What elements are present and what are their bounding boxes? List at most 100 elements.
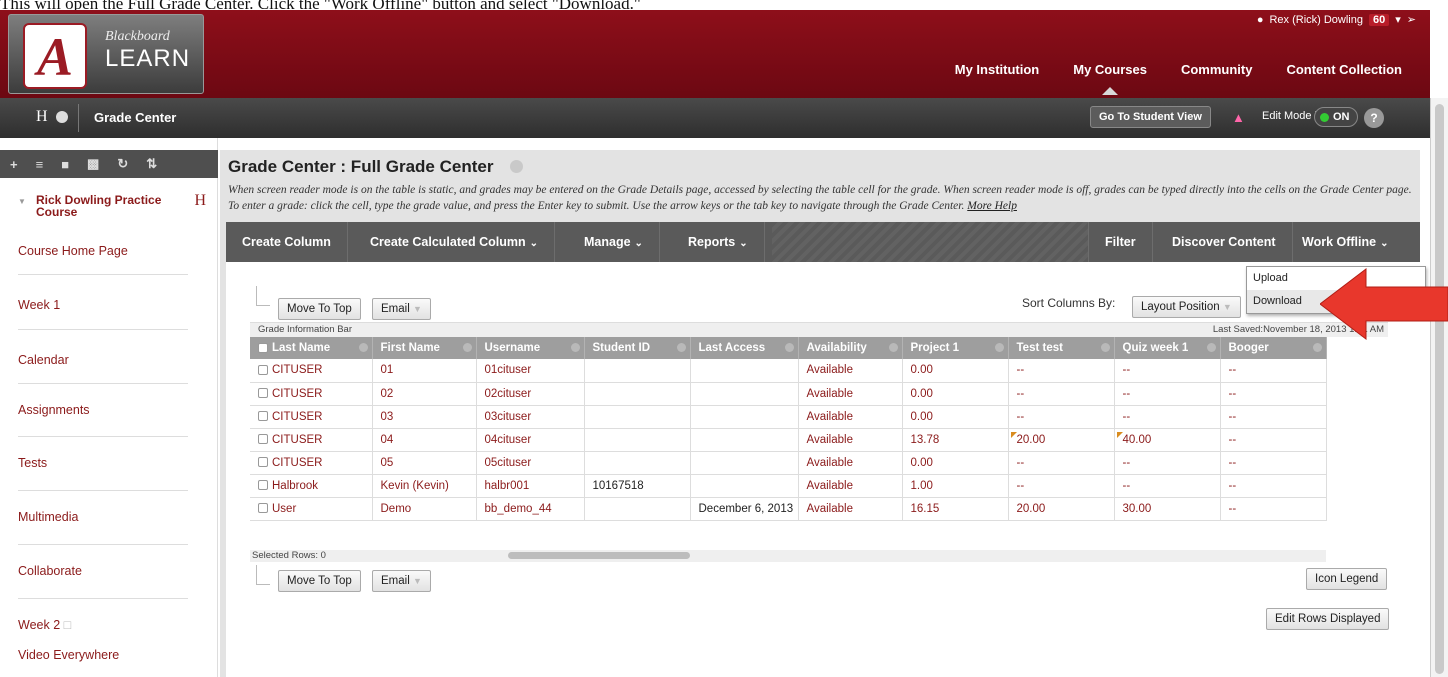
grade-cell[interactable]: Demo xyxy=(372,497,477,521)
grade-cell[interactable]: Available xyxy=(798,474,903,498)
grade-cell[interactable]: 1.00 xyxy=(902,474,1009,498)
grade-cell[interactable]: Available xyxy=(798,405,903,429)
table-row[interactable]: CITUSER 05 05cituser Available 0.00 -- -- -- xyxy=(250,451,1327,475)
column-header-username[interactable]: Username xyxy=(476,337,585,359)
grade-cell[interactable] xyxy=(584,428,691,452)
grade-cell[interactable]: 30.00 xyxy=(1114,497,1221,521)
column-menu-icon[interactable] xyxy=(1100,343,1110,352)
grade-cell[interactable]: Kevin (Kevin) xyxy=(372,474,477,498)
grade-cell[interactable]: -- xyxy=(1008,359,1115,383)
grade-cell[interactable] xyxy=(690,428,799,452)
edit-mode-toggle[interactable]: ON xyxy=(1314,107,1358,127)
grade-cell[interactable]: -- xyxy=(1008,405,1115,429)
grade-cell[interactable] xyxy=(690,359,799,383)
grade-cell[interactable]: 16.15 xyxy=(902,497,1009,521)
column-menu-icon[interactable] xyxy=(358,343,368,352)
sidebar-item-video-everywhere[interactable]: Video Everywhere xyxy=(18,648,188,662)
move-to-top-button[interactable]: Move To Top xyxy=(278,298,361,320)
grade-cell[interactable]: 01 xyxy=(372,359,477,383)
column-header-project-1[interactable]: Project 1 xyxy=(902,337,1009,359)
grade-cell[interactable]: -- xyxy=(1220,474,1327,498)
reports-button[interactable]: Reports ⌄ xyxy=(672,222,765,262)
grade-cell[interactable]: -- xyxy=(1114,451,1221,475)
grade-cell[interactable]: CITUSER xyxy=(250,405,373,429)
grade-cell[interactable]: -- xyxy=(1220,359,1327,383)
sidebar-item-calendar[interactable]: Calendar xyxy=(18,353,188,367)
sidebar-item-week-2[interactable]: Week 2 □ xyxy=(18,618,188,632)
grade-cell[interactable]: 01cituser xyxy=(476,359,585,383)
discover-content-button[interactable]: Discover Content xyxy=(1156,222,1293,262)
create-column-button[interactable]: Create Column xyxy=(226,222,348,262)
row-checkbox[interactable] xyxy=(258,434,268,445)
chevron-down-icon[interactable]: ▾ xyxy=(1395,13,1401,26)
grade-cell[interactable]: 0.00 xyxy=(902,382,1009,406)
email-button[interactable]: Email ▼ xyxy=(372,298,431,320)
grade-cell[interactable] xyxy=(584,451,691,475)
manage-button[interactable]: Manage ⌄ xyxy=(568,222,660,262)
column-header-quiz-week-1[interactable]: Quiz week 1 xyxy=(1114,337,1221,359)
grade-cell[interactable]: -- xyxy=(1220,451,1327,475)
grade-cell[interactable]: -- xyxy=(1220,428,1327,452)
grade-cell[interactable] xyxy=(690,382,799,406)
row-checkbox[interactable] xyxy=(258,480,268,491)
refresh-icon[interactable]: ↻ xyxy=(117,156,128,172)
grade-cell[interactable] xyxy=(584,382,691,406)
column-header-student-id[interactable]: Student ID xyxy=(584,337,691,359)
grade-cell[interactable]: 13.78 xyxy=(902,428,1009,452)
collapse-icon[interactable]: ▼ xyxy=(18,196,26,208)
grade-cell[interactable]: 05cituser xyxy=(476,451,585,475)
grade-cell[interactable]: 03cituser xyxy=(476,405,585,429)
new-window-icon[interactable]: ▩ xyxy=(87,156,99,172)
row-checkbox[interactable] xyxy=(258,457,268,468)
grade-cell[interactable]: 0.00 xyxy=(902,359,1009,383)
grade-cell[interactable]: Available xyxy=(798,428,903,452)
grade-cell[interactable]: halbr001 xyxy=(476,474,585,498)
grade-cell[interactable]: 04 xyxy=(372,428,477,452)
grade-cell[interactable] xyxy=(584,405,691,429)
grade-cell[interactable]: 20.00 xyxy=(1008,497,1115,521)
grade-cell[interactable]: Available xyxy=(798,382,903,406)
grade-cell[interactable]: CITUSER xyxy=(250,428,373,452)
work-offline-button[interactable]: Work Offline ⌄ xyxy=(1286,222,1404,262)
scrollbar-thumb[interactable] xyxy=(1435,104,1444,674)
column-header-booger[interactable]: Booger xyxy=(1220,337,1327,359)
grade-cell[interactable]: -- xyxy=(1114,359,1221,383)
sidebar-item-week-1[interactable]: Week 1 xyxy=(18,298,188,312)
grade-cell[interactable]: December 6, 2013 xyxy=(690,497,799,521)
nav-my-institution[interactable]: My Institution xyxy=(955,62,1040,77)
grade-cell[interactable]: 02cituser xyxy=(476,382,585,406)
grade-cell[interactable]: -- xyxy=(1114,474,1221,498)
table-row[interactable]: User Demo bb_demo_44 December 6, 2013 Availa… xyxy=(250,497,1327,521)
grade-cell[interactable]: Available xyxy=(798,451,903,475)
table-row[interactable]: CITUSER 04 04cituser Available 13.78 20.00 40.… xyxy=(250,428,1327,452)
table-row[interactable]: CITUSER 02 02cituser Available 0.00 -- -- -- xyxy=(250,382,1327,406)
table-row[interactable]: Halbrook Kevin (Kevin) halbr001 10167518 Ava… xyxy=(250,474,1327,498)
folder-view-icon[interactable]: ■ xyxy=(61,157,69,172)
grade-cell[interactable]: -- xyxy=(1008,451,1115,475)
list-view-icon[interactable]: ≡ xyxy=(36,157,44,172)
grade-cell[interactable]: CITUSER xyxy=(250,382,373,406)
row-checkbox[interactable] xyxy=(258,411,268,422)
icon-legend-button[interactable]: Icon Legend xyxy=(1306,568,1388,590)
column-menu-icon[interactable] xyxy=(888,343,898,352)
row-checkbox[interactable] xyxy=(258,503,268,514)
create-calculated-column-button[interactable]: Create Calculated Column ⌄ xyxy=(354,222,555,262)
column-header-last-name[interactable]: Last Name xyxy=(250,337,373,359)
sidebar-item-collaborate[interactable]: Collaborate xyxy=(18,564,188,578)
grade-cell[interactable]: bb_demo_44 xyxy=(476,497,585,521)
blackboard-logo[interactable]: A Blackboard LEARN xyxy=(8,14,204,94)
grade-cell[interactable]: CITUSER xyxy=(250,359,373,383)
sidebar-item-course-home[interactable]: Course Home Page xyxy=(18,244,188,258)
more-help-link[interactable]: More Help xyxy=(967,200,1017,212)
sort-columns-select[interactable]: Layout Position ▼ xyxy=(1132,296,1241,318)
column-menu-icon[interactable] xyxy=(1206,343,1216,352)
grade-cell[interactable] xyxy=(690,405,799,429)
grade-cell[interactable]: 05 xyxy=(372,451,477,475)
column-menu-icon[interactable] xyxy=(1312,343,1322,352)
nav-community[interactable]: Community xyxy=(1181,62,1253,77)
row-checkbox[interactable] xyxy=(258,388,268,399)
column-header-last-access[interactable]: Last Access xyxy=(690,337,799,359)
sidebar-item-assignments[interactable]: Assignments xyxy=(18,403,188,417)
grade-cell[interactable]: Available xyxy=(798,359,903,383)
column-menu-icon[interactable] xyxy=(784,343,794,352)
